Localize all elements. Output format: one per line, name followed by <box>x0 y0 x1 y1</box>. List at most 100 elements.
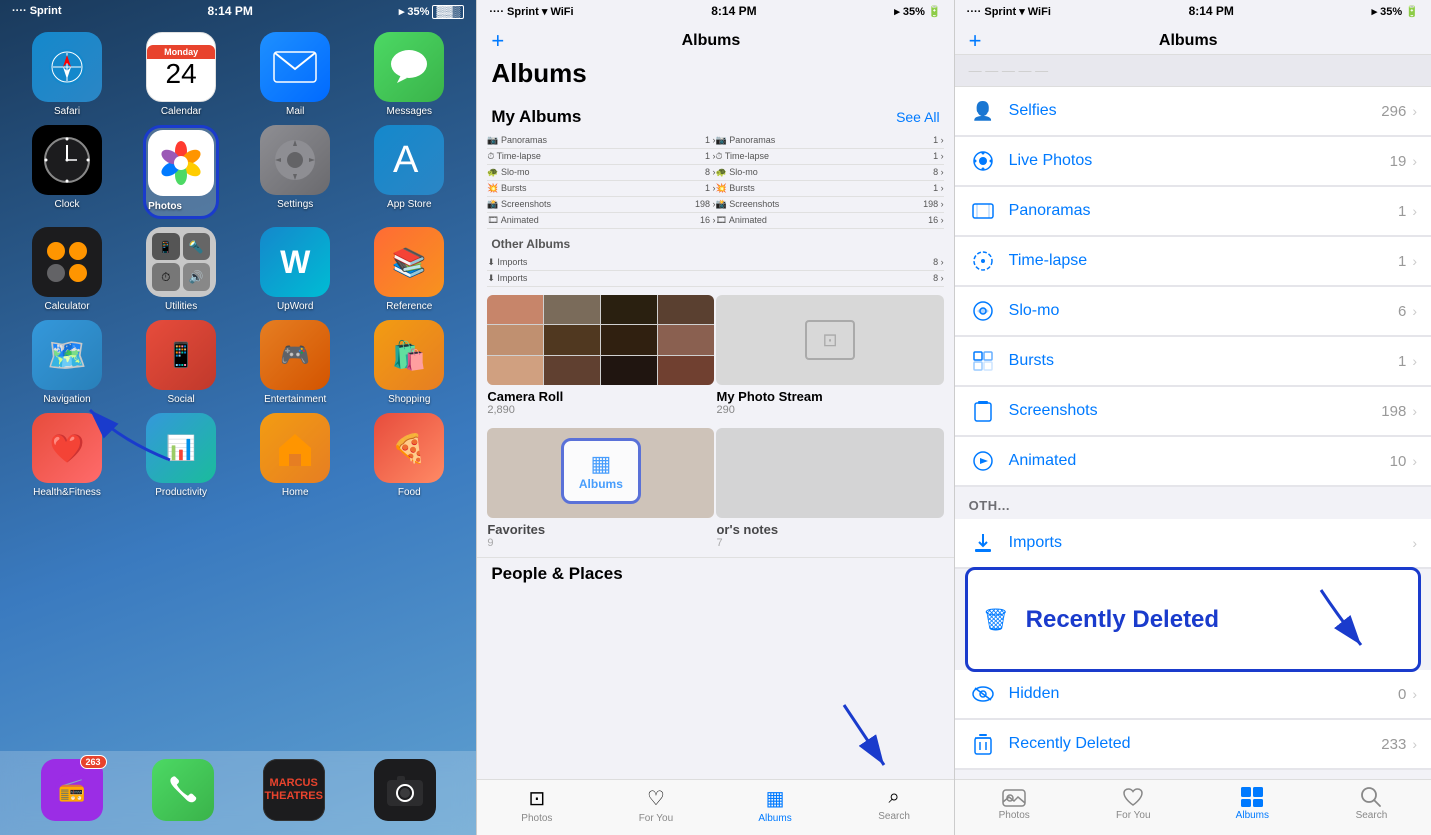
screenshots-label: Screenshots <box>1009 402 1382 420</box>
screenshots-chevron: › <box>1412 403 1417 419</box>
app-social[interactable]: 📱 Social <box>128 320 234 405</box>
people-places-label: People & Places <box>491 564 622 583</box>
app-calendar-label: Calendar <box>161 106 202 117</box>
albums-tab-label-2: Albums <box>758 813 791 824</box>
tab-search-2[interactable]: ⌕ Search <box>835 786 954 827</box>
app-navigation[interactable]: 🗺️ Navigation <box>14 320 120 405</box>
add-album-button[interactable]: + <box>491 28 504 54</box>
animated-icon <box>969 447 997 475</box>
imports-icon <box>969 529 997 557</box>
app-shopping[interactable]: 🛍️ Shopping <box>356 320 462 405</box>
list-row-animated[interactable]: Animated 10 › <box>955 437 1431 486</box>
recently-deleted-count: 233 <box>1381 736 1406 753</box>
list-row-bursts[interactable]: Bursts 1 › <box>955 337 1431 386</box>
list-row-live-photos[interactable]: Live Photos 19 › <box>955 137 1431 186</box>
list-row-panoramas[interactable]: Panoramas 1 › <box>955 187 1431 236</box>
add-button-3[interactable]: + <box>969 28 982 54</box>
album-other[interactable]: or's notes 7 <box>716 428 943 557</box>
app-calculator[interactable]: Calculator <box>14 227 120 312</box>
search-tab-label: Search <box>878 811 910 822</box>
app-home[interactable]: Home <box>242 413 348 498</box>
app-food[interactable]: 🍕 Food <box>356 413 462 498</box>
blurred-text: — — — — — <box>969 63 1048 78</box>
photos-tab-label-3: Photos <box>999 810 1030 821</box>
dock-movies[interactable]: MARCUSTHEATRES <box>263 759 325 825</box>
panel-home-screen: ···· Sprint 8:14 PM ▸ 35% ▓▓▒ Safari Mon… <box>0 0 476 835</box>
photos-tab-icon: ⊡ <box>528 786 545 811</box>
selfies-label: Selfies <box>1009 102 1382 120</box>
svg-text:📻: 📻 <box>58 777 85 802</box>
list-row-screenshots[interactable]: Screenshots 198 › <box>955 387 1431 436</box>
foryou-tab-icon-3 <box>1121 786 1145 808</box>
tab-albums-3[interactable]: Albums <box>1193 786 1312 827</box>
tab-bar-2: ⊡ Photos ♡ For You ▦ Albums ⌕ Search <box>477 779 953 835</box>
app-grid: Safari Monday 24 Calendar Mail Messa <box>0 22 476 508</box>
album-favorites[interactable]: ▦ Albums Favorites 9 <box>487 428 714 557</box>
list-row-timelapse[interactable]: Time-lapse 1 › <box>955 237 1431 286</box>
app-utilities[interactable]: 📱 🔦 ⏱ 🔊 Utilities <box>128 227 234 312</box>
tab-foryou-2[interactable]: ♡ For You <box>596 786 715 827</box>
app-entertainment-label: Entertainment <box>264 394 326 405</box>
tab-search-3[interactable]: Search <box>1312 786 1431 827</box>
list-row-hidden[interactable]: Hidden 0 › <box>955 670 1431 719</box>
live-photos-label: Live Photos <box>1009 152 1390 170</box>
album-camera-roll[interactable]: Camera Roll 2,890 <box>487 295 714 424</box>
app-settings[interactable]: Settings <box>242 125 348 219</box>
app-safari[interactable]: Safari <box>14 32 120 117</box>
app-mail[interactable]: Mail <box>242 32 348 117</box>
app-messages-label: Messages <box>386 106 432 117</box>
app-settings-label: Settings <box>277 199 313 210</box>
selfies-count: 296 <box>1381 103 1406 120</box>
app-appstore[interactable]: A App Store <box>356 125 462 219</box>
recently-deleted-label: Recently Deleted <box>1009 735 1382 753</box>
tab-bar-3: Photos For You Albums Search <box>955 779 1431 835</box>
album-photo-stream[interactable]: ⊡ My Photo Stream 290 <box>716 295 943 424</box>
app-entertainment[interactable]: 🎮 Entertainment <box>242 320 348 405</box>
app-productivity-label: Productivity <box>155 487 207 498</box>
albums-tab-label-3: Albums <box>1236 810 1269 821</box>
tab-photos-3[interactable]: Photos <box>955 786 1074 827</box>
albums-title: Albums <box>504 32 917 50</box>
live-photos-chevron: › <box>1412 153 1417 169</box>
page-title-albums: Albums <box>491 58 586 88</box>
dock-podcasts[interactable]: 📻 263 <box>41 759 103 825</box>
foryou-tab-label: For You <box>639 813 673 824</box>
favorites-count: 9 <box>487 537 714 549</box>
app-productivity[interactable]: 📊 Productivity <box>128 413 234 498</box>
bursts-icon <box>969 347 997 375</box>
see-all-button[interactable]: See All <box>896 109 940 125</box>
list-row-selfies[interactable]: 👤 Selfies 296 › <box>955 87 1431 136</box>
tab-albums-2[interactable]: ▦ Albums <box>715 786 834 827</box>
app-safari-label: Safari <box>54 106 80 117</box>
hidden-count: 0 <box>1398 686 1406 703</box>
timelapse-label: Time-lapse <box>1009 252 1398 270</box>
app-clock[interactable]: Clock <box>14 125 120 219</box>
search-tab-icon: ⌕ <box>889 786 900 809</box>
list-row-slomo[interactable]: Slo-mo 6 › <box>955 287 1431 336</box>
dock-camera[interactable] <box>374 759 436 825</box>
my-albums-label: My Albums <box>491 107 581 127</box>
app-calendar[interactable]: Monday 24 Calendar <box>128 32 234 117</box>
imports-chevron: › <box>1412 535 1417 551</box>
app-food-label: Food <box>398 487 421 498</box>
panoramas-chevron: › <box>1412 203 1417 219</box>
app-upword[interactable]: W UpWord <box>242 227 348 312</box>
list-row-recently-deleted[interactable]: Recently Deleted 233 › <box>955 720 1431 769</box>
photo-stream-count: 290 <box>716 404 943 416</box>
app-photos[interactable]: Photos <box>128 125 234 219</box>
battery-1: ▸ 35% ▓▓▒ <box>399 5 465 18</box>
albums-tab-icon-3 <box>1240 786 1264 808</box>
blurred-top: — — — — — <box>955 55 1431 87</box>
selfies-icon: 👤 <box>969 97 997 125</box>
camera-roll-name: Camera Roll <box>487 389 714 404</box>
status-bar-2: ···· Sprint ▾ WiFi 8:14 PM ▸ 35% 🔋 <box>477 0 953 22</box>
screenshots-count: 198 <box>1381 403 1406 420</box>
list-row-imports[interactable]: Imports › <box>955 519 1431 568</box>
dock-phone[interactable] <box>152 759 214 825</box>
app-health[interactable]: ❤️ Health&Fitness <box>14 413 120 498</box>
tab-photos-2[interactable]: ⊡ Photos <box>477 786 596 827</box>
foryou-tab-icon: ♡ <box>647 786 665 811</box>
tab-foryou-3[interactable]: For You <box>1074 786 1193 827</box>
app-messages[interactable]: Messages <box>356 32 462 117</box>
app-reference[interactable]: 📚 Reference <box>356 227 462 312</box>
